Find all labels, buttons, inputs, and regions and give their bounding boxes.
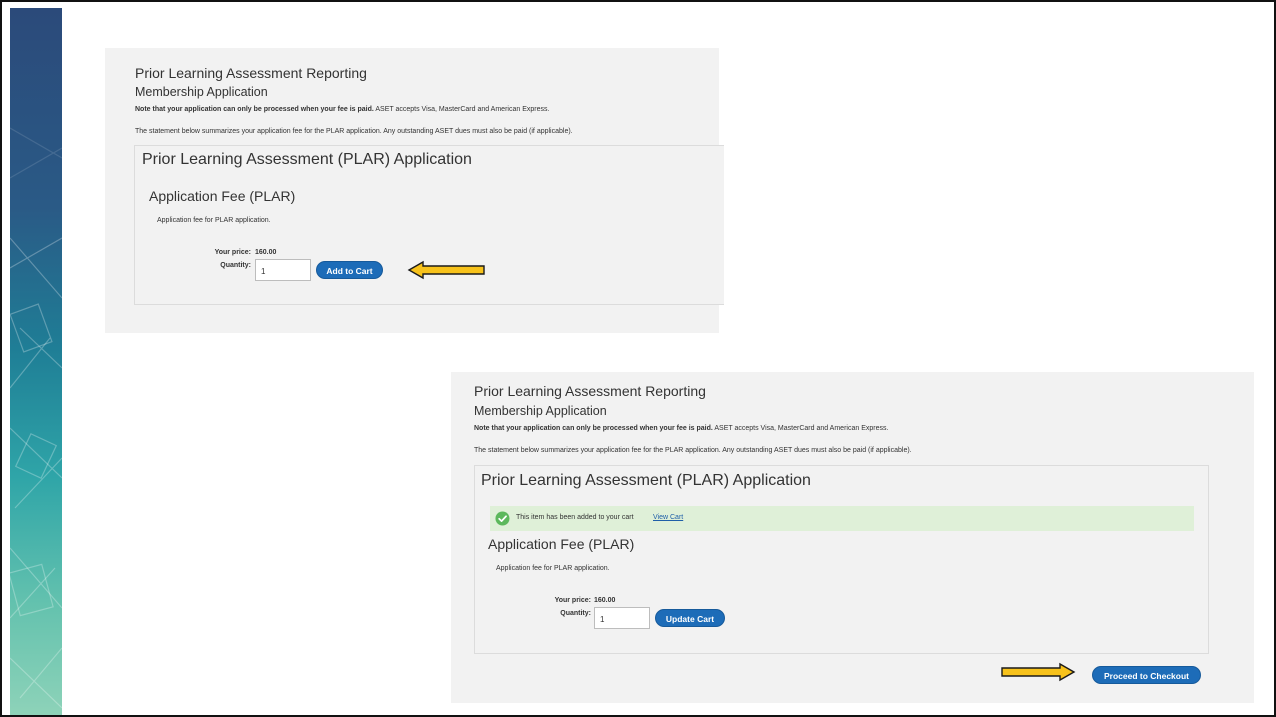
payment-note: Note that your application can only be p…	[474, 425, 888, 432]
quantity-label: Quantity:	[560, 610, 591, 617]
decorative-pattern	[10, 127, 62, 709]
panel-title: Prior Learning Assessment (PLAR) Applica…	[481, 472, 811, 489]
payment-note: Note that your application can only be p…	[135, 106, 549, 113]
price-value: 160.00	[594, 597, 616, 604]
product-name: Application Fee (PLAR)	[149, 188, 296, 204]
page-subtitle: Membership Application	[135, 85, 268, 99]
quantity-label: Quantity:	[220, 262, 251, 269]
update-cart-button[interactable]: Update Cart	[655, 609, 725, 627]
decorative-side-band	[10, 8, 62, 715]
page-title: Prior Learning Assessment Reporting	[135, 65, 367, 81]
success-alert: This item has been added to your cart Vi…	[490, 506, 1194, 531]
screenshot-add-to-cart: Prior Learning Assessment Reporting Memb…	[105, 48, 724, 333]
payment-note-bold: Note that your application can only be p…	[135, 106, 374, 113]
payment-note-rest: ASET accepts Visa, MasterCard and Americ…	[373, 106, 550, 113]
price-label: Your price:	[554, 597, 591, 604]
page-subtitle: Membership Application	[474, 404, 607, 418]
payment-note-bold: Note that your application can only be p…	[474, 425, 713, 432]
check-circle-icon	[495, 511, 510, 526]
payment-note-rest: ASET accepts Visa, MasterCard and Americ…	[712, 425, 889, 432]
add-to-cart-button[interactable]: Add to Cart	[316, 261, 383, 279]
quantity-input[interactable]: 1	[255, 259, 311, 281]
view-cart-link[interactable]: View Cart	[653, 514, 683, 521]
application-panel: Prior Learning Assessment (PLAR) Applica…	[474, 465, 1209, 654]
price-label: Your price:	[214, 249, 251, 256]
success-message: This item has been added to your cart	[516, 514, 634, 521]
product-description: Application fee for PLAR application.	[157, 217, 271, 224]
fee-statement: The statement below summarizes your appl…	[474, 447, 912, 454]
quantity-input[interactable]: 1	[594, 607, 650, 629]
panel-title: Prior Learning Assessment (PLAR) Applica…	[142, 151, 472, 168]
left-arrow-icon	[407, 260, 485, 280]
slide-frame: Prior Learning Assessment Reporting Memb…	[0, 0, 1276, 717]
fee-statement: The statement below summarizes your appl…	[135, 128, 573, 135]
product-name: Application Fee (PLAR)	[488, 536, 635, 552]
page-title: Prior Learning Assessment Reporting	[474, 383, 706, 399]
application-panel: Prior Learning Assessment (PLAR) Applica…	[134, 145, 724, 305]
product-description: Application fee for PLAR application.	[496, 565, 610, 572]
proceed-to-checkout-button[interactable]: Proceed to Checkout	[1092, 666, 1201, 684]
screenshot-cart-updated: Prior Learning Assessment Reporting Memb…	[451, 372, 1254, 703]
price-value: 160.00	[255, 249, 277, 256]
right-arrow-icon	[1001, 662, 1076, 682]
